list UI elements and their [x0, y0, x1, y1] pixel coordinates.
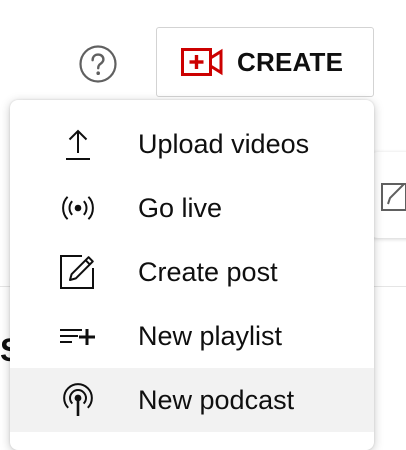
- menu-item-label: Create post: [138, 257, 278, 287]
- menu-item-new-playlist[interactable]: New playlist: [10, 304, 374, 368]
- podcast-icon: [58, 382, 98, 418]
- create-button-label: CREATE: [237, 46, 344, 77]
- menu-item-label: Go live: [138, 193, 223, 223]
- menu-item-label: Upload videos: [138, 129, 310, 159]
- help-circle-icon: [79, 45, 117, 83]
- create-menu: Upload videos Go live Create post New pl…: [10, 100, 374, 450]
- upload-icon: [58, 126, 98, 162]
- create-button[interactable]: CREATE: [156, 27, 374, 97]
- background-edit-icon[interactable]: [376, 178, 406, 214]
- menu-item-label: New podcast: [138, 385, 295, 415]
- menu-item-label: New playlist: [138, 321, 283, 351]
- live-broadcast-icon: [58, 190, 98, 226]
- menu-item-create-post[interactable]: Create post: [10, 240, 374, 304]
- add-video-icon: [181, 48, 223, 76]
- edit-post-icon: [58, 254, 98, 290]
- menu-item-upload-videos[interactable]: Upload videos: [10, 112, 374, 176]
- help-button[interactable]: [76, 42, 120, 86]
- menu-item-new-podcast[interactable]: New podcast: [10, 368, 374, 432]
- background-heading-fragment: S: [0, 330, 10, 370]
- add-to-playlist-icon: [58, 318, 98, 354]
- menu-item-go-live[interactable]: Go live: [10, 176, 374, 240]
